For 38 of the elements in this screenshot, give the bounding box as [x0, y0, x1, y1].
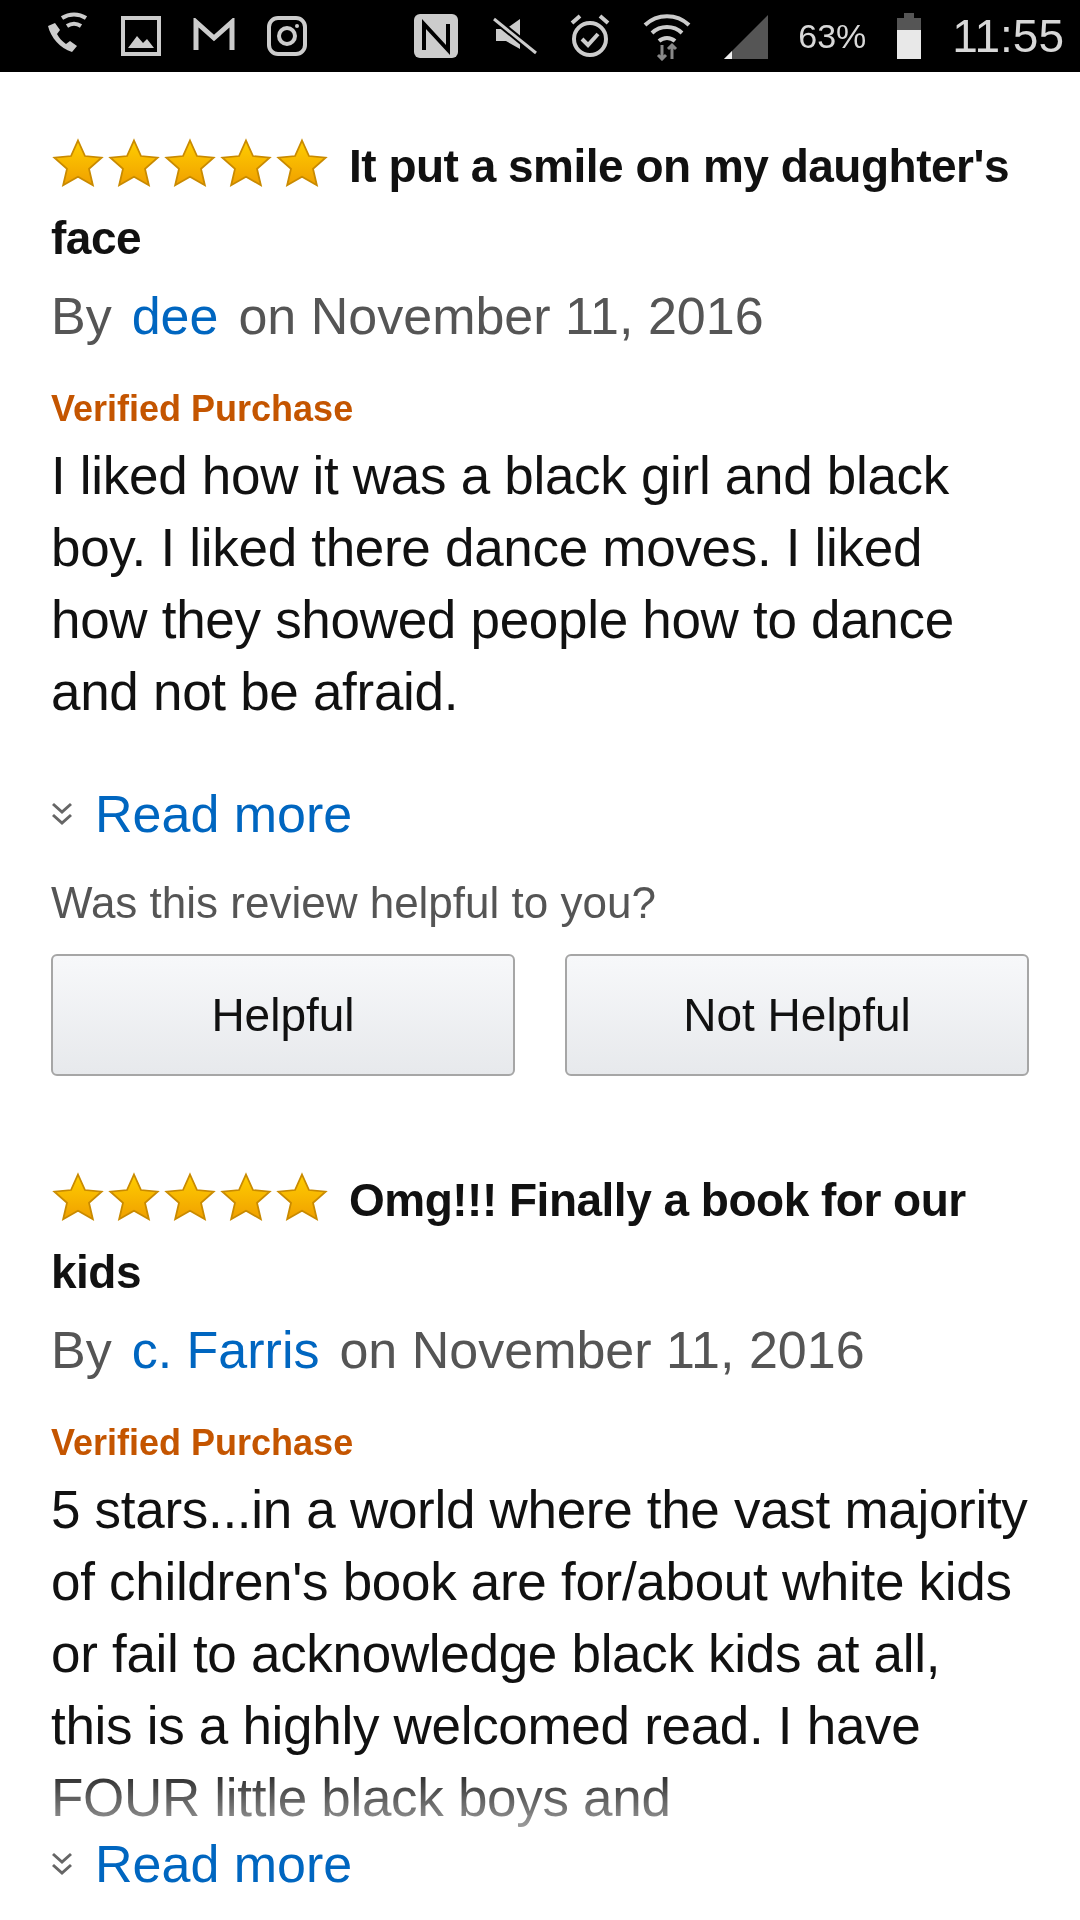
wifi-icon: [642, 11, 693, 61]
review-text: 5 stars...in a world where the vast majority of children's book are for/about white kids or fail to acknowledge black kids at all, this is a highly welcomed read. I have FOUR little black boys and: [51, 1479, 1029, 1829]
review-text: I liked how it was a black girl and black boy. I liked there dance moves. I liked how they showed people how to dance and not be afraid.: [51, 445, 955, 723]
image-icon: [120, 15, 162, 57]
camera-icon: [266, 15, 308, 57]
star-icon: [51, 138, 105, 188]
star-icon: [275, 138, 329, 188]
star-icon: [107, 138, 161, 188]
nfc-icon: [412, 12, 461, 60]
double-chevron-icon: [51, 801, 73, 827]
battery-icon: [896, 13, 923, 59]
verified-label: Verified Purchase: [51, 1422, 355, 1464]
star-icon: [219, 1172, 273, 1222]
star-icon: [51, 1172, 105, 1222]
signal-icon: [722, 13, 769, 59]
star-icon: [163, 138, 217, 188]
star-icon: [275, 1172, 329, 1222]
read-more-link[interactable]: Read more: [95, 784, 353, 844]
verified-label: Verified Purchase: [51, 388, 355, 430]
vote-button[interactable]: Not Helpful: [565, 954, 1029, 1076]
author-link[interactable]: c. Farris: [131, 1318, 320, 1382]
mute-icon: [490, 15, 539, 57]
clock-time: 11:55: [952, 9, 1064, 63]
star-icon: [219, 138, 273, 188]
byline-label: By: [51, 1320, 112, 1381]
helpful-prompt: Was this review helpful to you?: [51, 878, 657, 928]
review-title: It put a smile on my daughter's face: [51, 137, 1010, 266]
author-link[interactable]: dee: [131, 284, 219, 348]
byline-label: By: [51, 286, 112, 347]
review-date: on November 11, 2016: [339, 1320, 865, 1381]
review-date: on November 11, 2016: [238, 286, 764, 347]
battery-percent: 63%: [798, 16, 867, 56]
double-chevron-icon: [51, 1851, 73, 1877]
star-icon: [107, 1172, 161, 1222]
review-title: Omg!!! Finally a book for our kids: [51, 1171, 967, 1300]
vote-button[interactable]: Helpful: [51, 954, 515, 1076]
star-icon: [163, 1172, 217, 1222]
read-more-link[interactable]: Read more: [95, 1834, 353, 1894]
